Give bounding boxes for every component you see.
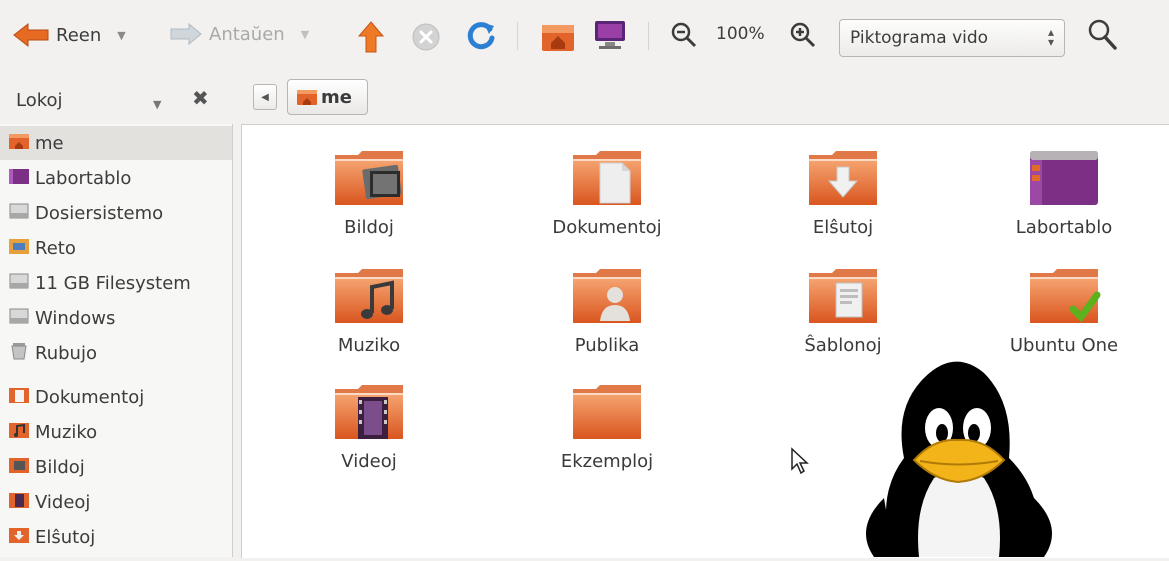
folder-videos-icon	[335, 385, 403, 439]
folder-pictures-icon	[335, 151, 403, 205]
close-sidebar-icon[interactable]: ✖	[192, 86, 209, 110]
forward-arrow-icon	[170, 22, 202, 46]
location-bar: Lokoj ▼ ✖	[0, 74, 1169, 124]
drive-icon	[8, 307, 30, 330]
folder-sablonoj[interactable]: Ŝablonoj	[763, 267, 923, 356]
zoom-out-button[interactable]	[670, 21, 698, 49]
back-arrow-icon	[13, 22, 49, 48]
folder-dokumentoj[interactable]: Dokumentoj	[527, 149, 687, 238]
mouse-cursor-icon	[790, 447, 810, 479]
folder-icon	[573, 385, 641, 439]
folder-elsutoj[interactable]: Elŝutoj	[763, 149, 923, 238]
folder-downloads-icon	[809, 151, 877, 205]
home-folder-icon	[542, 25, 574, 51]
folder-documents-icon	[573, 151, 641, 205]
sidebar-item-network[interactable]: Reto	[0, 231, 232, 265]
zoom-level: 100%	[716, 24, 765, 44]
folder-public-icon	[573, 269, 641, 323]
network-icon	[8, 237, 30, 260]
sidebar-item-music[interactable]: Muziko	[0, 415, 232, 449]
drive-icon	[8, 272, 30, 295]
view-mode-select[interactable]: Piktograma vido ▴ ▾	[839, 19, 1065, 57]
toolbar: Reen ▼ Antaŭen ▼ 100% Piktograma vido ▴ ▾	[0, 0, 1169, 74]
drive-icon	[8, 202, 30, 225]
folder-ubuntu-one[interactable]: Ubuntu One	[984, 267, 1144, 356]
computer-icon	[595, 21, 625, 49]
home-folder-icon	[8, 132, 30, 155]
pictures-icon	[8, 456, 30, 479]
back-history-dropdown[interactable]: ▼	[117, 29, 125, 42]
trash-icon	[8, 342, 30, 365]
folder-desktop-icon	[1030, 151, 1098, 205]
back-button[interactable]: Reen ▼	[12, 22, 126, 48]
forward-history-dropdown[interactable]: ▼	[301, 28, 309, 41]
videos-icon	[8, 491, 30, 514]
folder-templates-icon	[809, 269, 877, 323]
home-button[interactable]	[540, 19, 576, 53]
sidebar-item-home[interactable]: me	[0, 126, 232, 160]
music-icon	[8, 421, 30, 444]
zoom-in-icon	[790, 22, 816, 48]
breadcrumb-home[interactable]: me	[287, 79, 368, 115]
select-arrows-icon: ▴ ▾	[1047, 25, 1054, 49]
folder-publika[interactable]: Publika	[527, 267, 687, 356]
downloads-icon	[8, 526, 30, 549]
forward-button[interactable]: Antaŭen ▼	[169, 22, 309, 46]
sidebar: me Labortablo Dosiersistemo Reto 11 GB F…	[0, 124, 233, 557]
toolbar-separator	[517, 22, 518, 50]
breadcrumb-back-button[interactable]: ◀	[253, 84, 277, 110]
sidebar-item-documents[interactable]: Dokumentoj	[0, 380, 232, 414]
sidebar-item-pictures[interactable]: Bildoj	[0, 450, 232, 484]
folder-ubuntu-one-icon	[1030, 269, 1101, 323]
home-folder-icon	[297, 90, 317, 105]
folder-videoj[interactable]: Videoj	[289, 383, 449, 472]
sidebar-item-downloads[interactable]: Elŝutoj	[0, 520, 232, 554]
sidebar-item-filesystem[interactable]: Dosiersistemo	[0, 196, 232, 230]
computer-button[interactable]	[593, 19, 627, 51]
zoom-in-button[interactable]	[789, 21, 817, 49]
folder-muziko[interactable]: Muziko	[289, 267, 449, 356]
up-arrow-icon	[357, 21, 385, 53]
stop-button[interactable]	[411, 22, 441, 52]
up-button[interactable]	[357, 20, 385, 54]
search-icon	[1088, 19, 1117, 50]
stop-icon	[412, 23, 440, 51]
reload-button[interactable]	[465, 20, 497, 52]
documents-icon	[8, 386, 30, 409]
zoom-out-icon	[671, 22, 697, 48]
sidebar-item-desktop[interactable]: Labortablo	[0, 161, 232, 195]
folder-labortablo[interactable]: Labortablo	[984, 149, 1144, 238]
folder-bildoj[interactable]: Bildoj	[289, 149, 449, 238]
search-button[interactable]	[1087, 18, 1119, 52]
desktop-icon	[8, 167, 30, 190]
chevron-left-icon: ◀	[261, 91, 269, 103]
sidebar-item-11gb-filesystem[interactable]: 11 GB Filesystem	[0, 266, 232, 300]
tux-penguin-icon	[834, 348, 1084, 561]
sidebar-mode-select[interactable]: Lokoj	[16, 90, 63, 111]
chevron-down-icon[interactable]: ▼	[153, 98, 161, 111]
toolbar-separator	[648, 22, 649, 50]
sidebar-item-trash[interactable]: Rubujo	[0, 336, 232, 370]
sidebar-item-windows[interactable]: Windows	[0, 301, 232, 335]
sidebar-item-videos[interactable]: Videoj	[0, 485, 232, 519]
folder-music-icon	[335, 269, 403, 323]
reload-icon	[467, 22, 495, 50]
folder-ekzemploj[interactable]: Ekzemploj	[527, 383, 687, 472]
